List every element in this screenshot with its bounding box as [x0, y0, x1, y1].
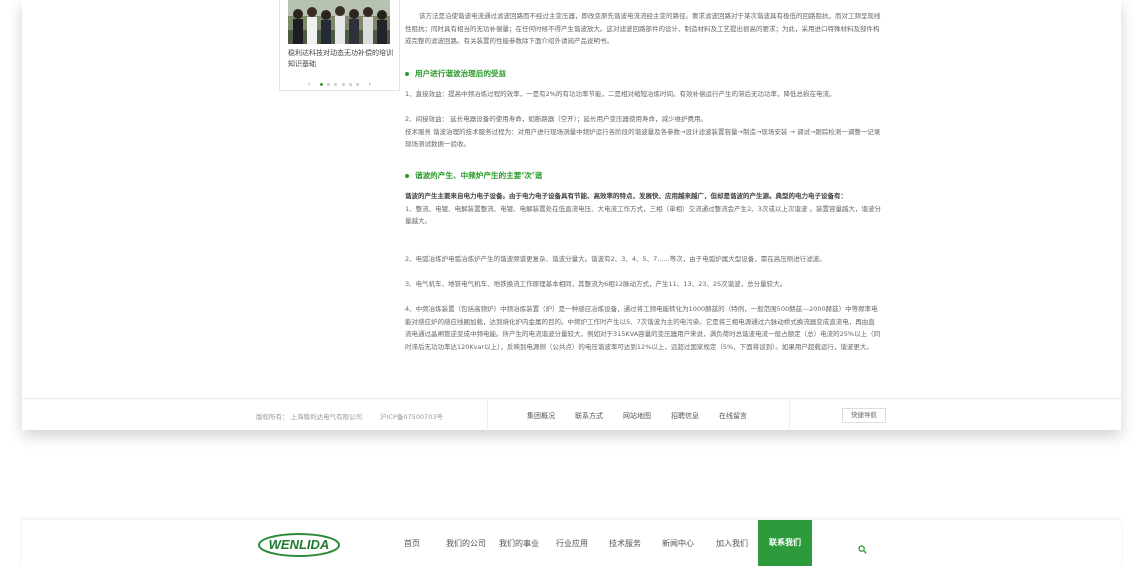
next-slide-button[interactable]: ›: [368, 80, 371, 88]
paragraph: 2、间接效益： 延长电器设备的使用寿命，如断路器（空开）；延长用户变压器使用寿命…: [405, 115, 707, 123]
main-nav-bar: WENLIDA 首页 我们的公司 我们的事业 行业应用 技术服务 新闻中心 加入…: [22, 520, 1121, 566]
bullet-icon: [405, 174, 409, 178]
nav-item-home[interactable]: 首页: [404, 538, 420, 549]
slide-dot[interactable]: [334, 82, 338, 86]
footer-link[interactable]: 在线留言: [719, 411, 747, 421]
benefits-block: 2、间接效益： 延长电器设备的使用寿命，如断路器（空开）；延长用户变压器使用寿命…: [405, 113, 881, 151]
heading-text: 谐波的产生、中频炉产生的主要‘次’谐: [415, 171, 543, 180]
harmonics-block: 3、电气机车、地铁电气机车、地铁换流工作原理基本相同，其整流为6相12脉动方式，…: [405, 278, 881, 291]
slide-dot[interactable]: [348, 82, 352, 86]
footer-link[interactable]: 联系方式: [575, 411, 603, 421]
section-heading-benefits: 用户进行谐波治理后的受益: [405, 68, 506, 79]
nav-item-news[interactable]: 新闻中心: [662, 538, 694, 549]
slide-dot[interactable]: [356, 82, 360, 86]
benefits-block: 1、直接效益：提高中频冶炼过程的效率，一是有2%的有功功率节能，二是相对缩短冶炼…: [405, 88, 881, 101]
section-heading-harmonics: 谐波的产生、中频炉产生的主要‘次’谐: [405, 170, 542, 181]
divider: [789, 399, 790, 431]
content-card: 稳利达科技对动态无功补偿的培训知识基础 ‹ › 该方法是沿使谐波电流通过滤波回路…: [22, 0, 1121, 431]
paragraph: 谐波的产生主要来自电力电子设备。由于电力电子设备具有节能、高效率的特点，发展快、…: [405, 192, 847, 200]
harmonics-block: 2、电弧冶炼炉电弧冶炼炉产生的谐波频谱更复杂、谐波分量大。谐波有2、3、4、5、…: [405, 253, 881, 266]
article-intro: 该方法是沿使谐波电流通过滤波回路而不经过主变压器，即改变原先谐波电流流经主变的路…: [405, 10, 881, 48]
page-footer: 版权所有： 上海稳利达电气有限公司 沪ICP备07500703号 集团概况 联系…: [22, 398, 1121, 431]
search-icon[interactable]: [858, 539, 867, 554]
copyright-text: 版权所有： 上海稳利达电气有限公司: [256, 413, 363, 421]
quick-nav-button[interactable]: 快捷导航: [842, 408, 886, 423]
group-photo-image[interactable]: [288, 0, 390, 44]
paragraph: 技术服务 谐波治理的技术服务过程为：对用户进行现场测量中频炉运行各阶段的谐波量及…: [405, 127, 881, 149]
intro-paragraph: 该方法是沿使谐波电流通过滤波回路而不经过主变压器，即改变原先谐波电流流经主变的路…: [405, 12, 881, 46]
paragraph: 1、整流、电镀、电解装置整流、电镀、电解装置处在低直流电压、大电流工作方式，三相…: [405, 204, 881, 226]
nav-item-company[interactable]: 我们的公司: [446, 538, 486, 549]
nav-item-industry[interactable]: 行业应用: [556, 538, 588, 549]
footer-link[interactable]: 网站地图: [623, 411, 651, 421]
slide-dot[interactable]: [341, 82, 345, 86]
news-slider: 稳利达科技对动态无功补偿的培训知识基础 ‹ ›: [279, 0, 400, 91]
icp-link[interactable]: 沪ICP备07500703号: [380, 411, 443, 421]
logo-text: WENLIDA: [269, 537, 330, 552]
paragraph: 3、电气机车、地铁电气机车、地铁换流工作原理基本相同，其整流为6相12脉动方式，…: [405, 280, 787, 288]
harmonics-block: 谐波的产生主要来自电力电子设备。由于电力电子设备具有节能、高效率的特点，发展快、…: [405, 190, 881, 228]
heading-text: 用户进行谐波治理后的受益: [415, 69, 507, 78]
slide-dot[interactable]: [327, 82, 331, 86]
paragraph: 4、中频冶炼装置（包括高频炉）中频冶炼装置（炉）是一种感应冶炼设备，通过将工频电…: [405, 305, 881, 351]
footer-link[interactable]: 招聘信息: [671, 411, 699, 421]
nav-item-business[interactable]: 我们的事业: [499, 538, 539, 549]
nav-item-tech-service[interactable]: 技术服务: [609, 538, 641, 549]
bullet-icon: [405, 72, 409, 76]
slide-caption[interactable]: 稳利达科技对动态无功补偿的培训知识基础: [288, 48, 394, 70]
prev-slide-button[interactable]: ‹: [308, 80, 311, 88]
slide-dot[interactable]: [319, 82, 323, 86]
paragraph: 2、电弧冶炼炉电弧冶炼炉产生的谐波频谱更复杂、谐波分量大。谐波有2、3、4、5、…: [405, 255, 826, 263]
harmonics-block: 4、中频冶炼装置（包括高频炉）中频冶炼装置（炉）是一种感应冶炼设备，通过将工频电…: [405, 303, 881, 353]
nav-item-join[interactable]: 加入我们: [716, 538, 748, 549]
footer-link[interactable]: 集团概况: [527, 411, 555, 421]
paragraph: 1、直接效益：提高中频冶炼过程的效率，一是有2%的有功功率节能，二是相对缩短冶炼…: [405, 90, 836, 98]
divider: [487, 399, 488, 431]
slide-pagination: ‹ ›: [280, 80, 399, 90]
nav-item-contact[interactable]: 联系我们: [758, 520, 812, 566]
wenlida-logo[interactable]: WENLIDA: [257, 530, 341, 558]
